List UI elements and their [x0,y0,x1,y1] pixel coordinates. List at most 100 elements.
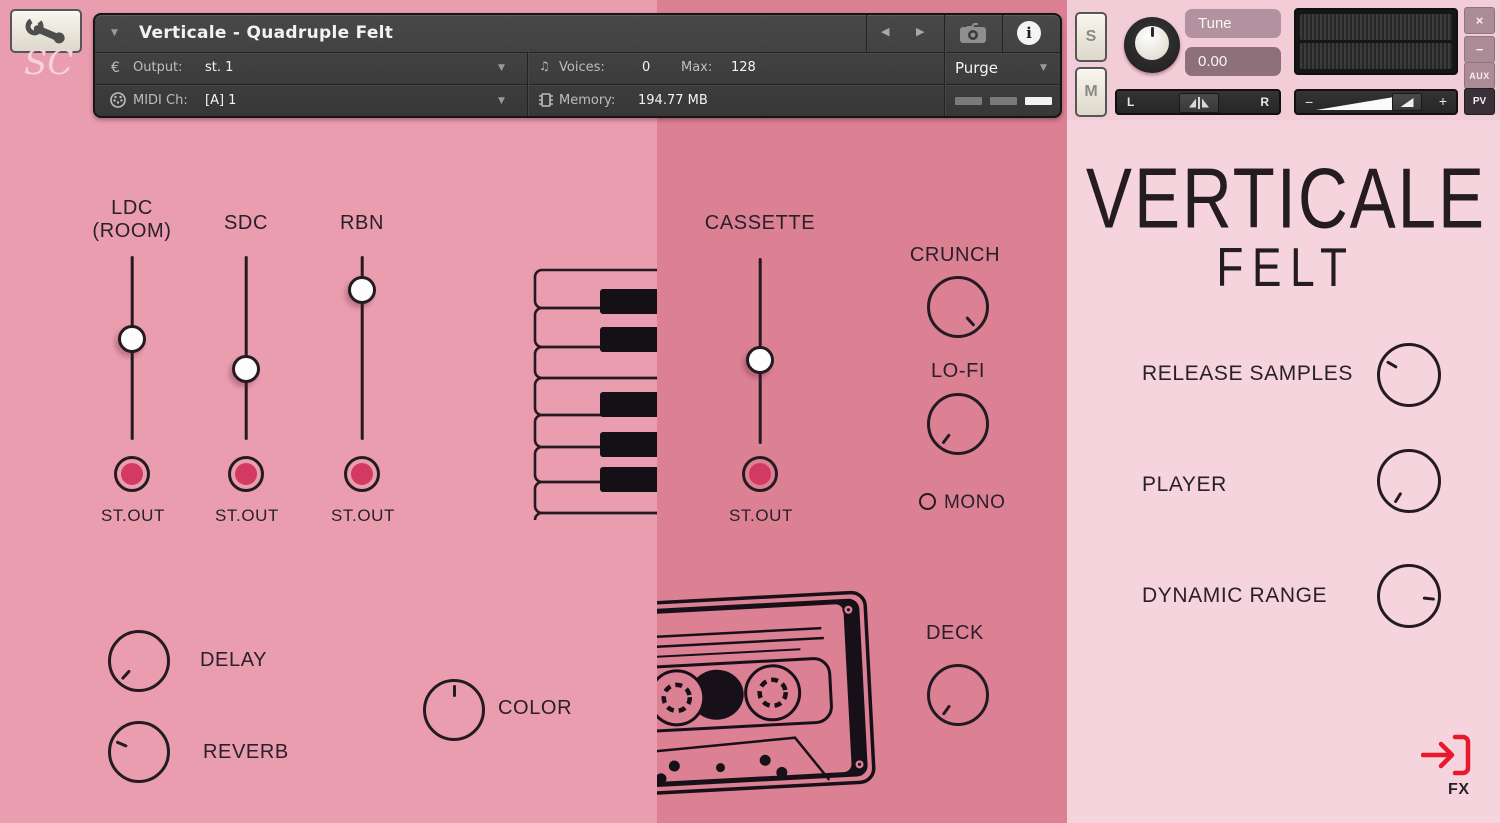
volume-slider[interactable]: − + [1294,89,1458,115]
output-label: Output: [133,60,183,75]
ldc-stout-label: ST.OUT [101,506,165,526]
meter-right-channel [1300,43,1452,69]
right-panel-background [1067,0,1500,823]
voices-label: Voices: [559,60,605,75]
snapshot-camera-icon[interactable] [957,23,989,45]
tune-knob[interactable] [1124,17,1180,73]
rbn-slider-handle[interactable] [348,276,376,304]
tune-label: Tune [1185,9,1281,38]
mute-button[interactable]: M [1075,67,1107,117]
purge-dropdown-caret[interactable]: ▼ [1040,63,1047,73]
crunch-knob[interactable] [927,276,989,338]
fx-page-arrow-icon[interactable] [1421,731,1473,779]
dynamic-range-label: DYNAMIC RANGE [1142,584,1327,608]
piano-keys-illustration [531,264,657,520]
cassette-volume-slider[interactable] [747,258,774,444]
aux-button[interactable]: AUX [1464,62,1495,89]
dynamic-range-knob[interactable] [1377,564,1441,628]
purge-button[interactable]: Purge [955,59,998,77]
cassette-tape-illustration [657,590,883,812]
volume-minus-label: − [1305,94,1313,110]
pan-icon-center-line [1198,97,1200,109]
solo-button[interactable]: S [1075,12,1107,62]
max-voices-value[interactable]: 128 [731,60,756,75]
instrument-title[interactable]: Verticale - Quadruple Felt [139,23,393,43]
close-button[interactable]: × [1464,7,1495,34]
memory-label: Memory: [559,93,615,108]
instrument-collapse-caret[interactable]: ▼ [111,28,118,38]
voices-icon: ♫ [539,59,550,73]
header-divider [944,15,945,116]
purge-state-bars [955,97,1052,105]
ldc-label-line1: LDC [111,197,153,220]
sdc-volume-slider[interactable] [233,256,260,440]
pv-button[interactable]: PV [1464,88,1495,115]
header-divider [95,52,1060,53]
mono-label: MONO [944,492,1006,514]
pan-icon-right-wedge [1202,99,1209,108]
cassette-label: CASSETTE [705,212,815,235]
cassette-stereo-out-button[interactable] [742,456,778,492]
crunch-label: CRUNCH [910,244,1000,267]
pan-right-label: R [1260,95,1269,109]
pan-icon-left-wedge [1189,99,1196,108]
pan-handle[interactable] [1179,93,1219,113]
pan-left-label: L [1127,95,1134,109]
lofi-label: LO-FI [931,360,985,383]
sdc-slider-handle[interactable] [232,355,260,383]
output-value[interactable]: st. 1 [205,60,233,75]
ldc-volume-slider[interactable] [119,256,146,440]
rbn-stout-label: ST.OUT [331,506,395,526]
color-knob[interactable] [423,679,485,741]
sdc-slider-track [245,256,248,440]
release-samples-knob[interactable] [1377,343,1441,407]
rbn-stereo-out-button[interactable] [344,456,380,492]
release-samples-label: RELEASE SAMPLES [1142,362,1353,386]
deck-label: DECK [926,622,984,645]
player-knob[interactable] [1377,449,1441,513]
lofi-knob[interactable] [927,393,989,455]
verticale-logo: VERTICALE [1084,151,1487,248]
midi-channel-value[interactable]: [A] 1 [205,93,236,108]
ldc-stereo-out-button[interactable] [114,456,150,492]
ldc-label-line2: (ROOM) [92,220,171,243]
reverb-label: REVERB [203,741,289,764]
middle-panel-background [657,0,1067,823]
header-divider [1002,15,1003,52]
rbn-label: RBN [340,212,384,235]
wrench-icon [23,18,69,44]
header-divider [527,52,528,116]
midi-dropdown-caret[interactable]: ▼ [498,96,505,106]
header-divider [866,15,867,52]
tune-value[interactable]: 0.00 [1185,47,1281,76]
output-dropdown-caret[interactable]: ▼ [498,63,505,73]
memory-chip-icon [538,92,554,108]
mono-toggle[interactable] [919,493,936,510]
cassette-slider-handle[interactable] [746,346,774,374]
felt-logo: FELT [1084,235,1487,299]
ldc-slider-handle[interactable] [118,325,146,353]
stereo-level-meters [1294,8,1458,75]
color-label: COLOR [498,697,572,720]
volume-plus-label: + [1439,93,1447,109]
previous-instrument-arrow[interactable]: ◀ [881,25,889,38]
pan-slider[interactable]: L R [1115,89,1281,115]
verticale-kontakt-ui: SC ▼ Verticale - Quadruple Felt ◀ ▶ i € … [0,0,1500,823]
memory-value: 194.77 MB [638,93,708,108]
sdc-label: SDC [224,212,268,235]
sc-monogram-logo: SC [24,52,74,112]
deck-knob[interactable] [927,664,989,726]
sdc-stout-label: ST.OUT [215,506,279,526]
delay-knob[interactable] [108,630,170,692]
rbn-volume-slider[interactable] [349,256,376,440]
max-voices-label: Max: [681,60,712,75]
volume-handle-icon [1401,98,1414,107]
next-instrument-arrow[interactable]: ▶ [916,25,924,38]
reverb-knob[interactable] [108,721,170,783]
volume-handle[interactable] [1392,93,1422,111]
fx-label: FX [1448,781,1470,799]
info-button[interactable]: i [1017,21,1041,45]
minimize-button[interactable]: − [1464,36,1495,63]
midi-channel-label: MIDI Ch: [133,93,188,108]
sdc-stereo-out-button[interactable] [228,456,264,492]
